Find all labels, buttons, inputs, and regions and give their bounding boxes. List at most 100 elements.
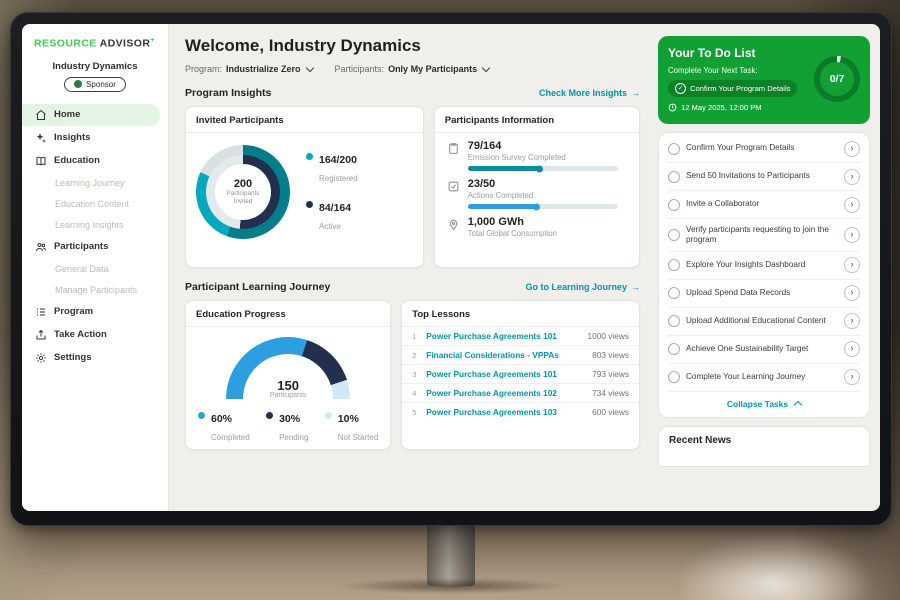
task-checkbox[interactable] xyxy=(668,343,680,355)
insights-icon xyxy=(35,132,47,144)
sidebar-item-label: Participants xyxy=(54,241,108,252)
lesson-link[interactable]: Power Purchase Agreements 101 xyxy=(426,331,581,341)
sidebar-item-general-data[interactable]: General Data xyxy=(22,259,160,279)
sidebar-item-insights[interactable]: Insights xyxy=(22,127,160,149)
link-label: Check More Insights xyxy=(539,88,627,98)
chevron-right-icon[interactable]: › xyxy=(844,285,860,301)
sidebar-item-settings[interactable]: Settings xyxy=(22,347,160,369)
chevron-right-icon[interactable]: › xyxy=(844,341,860,357)
lesson-row: 3 Power Purchase Agreements 101 793 view… xyxy=(402,365,639,384)
sidebar-item-label: Manage Participants xyxy=(55,285,137,295)
lesson-link[interactable]: Power Purchase Agreements 102 xyxy=(426,388,586,398)
donut-center-value: 200 xyxy=(234,178,252,190)
participants-information-card: Participants Information 79/164 Emission… xyxy=(434,106,640,268)
sidebar-item-take-action[interactable]: Take Action xyxy=(22,324,160,346)
dashboard-screen: RESOURCE ADVISOR+ Industry Dynamics Spon… xyxy=(22,24,880,511)
task-label: Confirm Your Program Details xyxy=(686,143,838,153)
task-item-confirm-program[interactable]: Confirm Your Program Details › xyxy=(668,135,860,163)
task-item-complete-learning-journey[interactable]: Complete Your Learning Journey › xyxy=(668,364,860,392)
sidebar-item-education-content[interactable]: Education Content xyxy=(22,194,160,214)
task-item-invite-collaborator[interactable]: Invite a Collaborator › xyxy=(668,191,860,219)
info-label: Total Global Consumption xyxy=(468,229,627,238)
legend-value: 30% xyxy=(279,413,300,425)
lesson-link[interactable]: Power Purchase Agreements 103 xyxy=(426,407,586,417)
chevron-right-icon[interactable]: › xyxy=(844,227,860,243)
sidebar-item-manage-participants[interactable]: Manage Participants xyxy=(22,280,160,300)
task-item-achieve-target[interactable]: Achieve One Sustainability Target › xyxy=(668,336,860,364)
sidebar-item-label: Take Action xyxy=(54,329,107,340)
info-value: 23/50 xyxy=(468,178,627,190)
info-row-actions: 23/50 Actions Completed xyxy=(435,171,639,209)
legend-dot-blue xyxy=(198,412,205,419)
task-item-explore-insights[interactable]: Explore Your Insights Dashboard › xyxy=(668,252,860,280)
education-icon xyxy=(35,155,47,167)
sidebar-item-label: Program xyxy=(54,306,93,317)
chevron-right-icon[interactable]: › xyxy=(844,197,860,213)
lesson-link[interactable]: Financial Considerations - VPPAs xyxy=(426,350,586,360)
sidebar-item-label: Education xyxy=(54,155,100,166)
chevron-right-icon[interactable]: › xyxy=(844,169,860,185)
tasks-list-card: Confirm Your Program Details › Send 50 I… xyxy=(658,132,870,418)
sidebar-item-learning-insights[interactable]: Learning Insights xyxy=(22,215,160,235)
task-item-verify-participants[interactable]: Verify participants requesting to join t… xyxy=(668,219,860,252)
actions-progress-bar xyxy=(468,204,618,209)
task-label: Send 50 Invitations to Participants xyxy=(686,171,838,181)
participants-label: Participants: xyxy=(335,64,385,74)
sponsor-icon xyxy=(74,80,82,88)
task-item-upload-educational-content[interactable]: Upload Additional Educational Content › xyxy=(668,308,860,336)
lesson-views: 803 views xyxy=(592,350,629,360)
recent-news-card: Recent News xyxy=(658,426,870,467)
task-checkbox[interactable] xyxy=(668,259,680,271)
todo-title: Your To Do List xyxy=(668,46,808,60)
sidebar-item-learning-journey[interactable]: Learning Journey xyxy=(22,173,160,193)
info-row-survey: 79/164 Emission Survey Completed xyxy=(435,133,639,171)
task-item-upload-spend-data[interactable]: Upload Spend Data Records › xyxy=(668,280,860,308)
chevron-right-icon[interactable]: › xyxy=(844,257,860,273)
gauge-center-label: Participants xyxy=(226,392,350,399)
legend-label: Not Started xyxy=(338,433,378,442)
sidebar-item-participants[interactable]: Participants xyxy=(22,236,160,258)
logo-primary: RESOURCE xyxy=(34,38,97,50)
task-checkbox[interactable] xyxy=(668,287,680,299)
task-checkbox[interactable] xyxy=(668,171,680,183)
task-item-send-invitations[interactable]: Send 50 Invitations to Participants › xyxy=(668,163,860,191)
program-select[interactable]: Program: Industrialize Zero xyxy=(185,64,313,74)
task-checkbox[interactable] xyxy=(668,315,680,327)
sidebar-nav: Home Insights Education Learning Journey… xyxy=(22,104,168,370)
lesson-rank: 5 xyxy=(412,408,420,417)
home-icon xyxy=(35,109,47,121)
sidebar-item-education[interactable]: Education xyxy=(22,150,160,172)
monitor: RESOURCE ADVISOR+ Industry Dynamics Spon… xyxy=(10,12,892,526)
todo-panel: Your To Do List Complete Your Next Task:… xyxy=(652,24,880,511)
task-label: Verify participants requesting to join t… xyxy=(686,225,838,246)
lesson-link[interactable]: Power Purchase Agreements 101 xyxy=(426,369,586,379)
next-task-chip[interactable]: ✓ Confirm Your Program Details xyxy=(668,80,797,97)
legend-value: 84/164 xyxy=(319,202,351,214)
task-checkbox[interactable] xyxy=(668,229,680,241)
chevron-right-icon[interactable]: › xyxy=(844,369,860,385)
card-title: Top Lessons xyxy=(402,301,639,327)
chevron-down-icon xyxy=(482,64,490,72)
lesson-rank: 4 xyxy=(412,389,420,398)
check-more-insights-link[interactable]: Check More Insights → xyxy=(539,88,640,98)
sidebar-item-label: Learning Journey xyxy=(55,178,125,188)
sidebar-item-program[interactable]: Program xyxy=(22,301,160,323)
participants-select[interactable]: Participants: Only My Participants xyxy=(335,64,490,74)
chevron-right-icon[interactable]: › xyxy=(844,141,860,157)
page-title: Welcome, Industry Dynamics xyxy=(185,36,640,56)
sponsor-badge[interactable]: Sponsor xyxy=(64,77,126,92)
go-to-learning-journey-link[interactable]: Go to Learning Journey → xyxy=(525,282,640,292)
chevron-right-icon[interactable]: › xyxy=(844,313,860,329)
todo-progress-value: 0/7 xyxy=(820,62,854,96)
sidebar-item-home[interactable]: Home xyxy=(22,104,160,126)
task-checkbox[interactable] xyxy=(668,371,680,383)
task-checkbox[interactable] xyxy=(668,199,680,211)
survey-progress-bar xyxy=(468,166,618,171)
top-lessons-card: Top Lessons 1 Power Purchase Agreements … xyxy=(401,300,640,450)
info-value: 79/164 xyxy=(468,140,627,152)
legend-active: 84/164 Active xyxy=(306,198,358,234)
arrow-right-icon: → xyxy=(631,88,640,98)
task-checkbox[interactable] xyxy=(668,143,680,155)
chevron-up-icon xyxy=(794,401,802,409)
collapse-tasks-button[interactable]: Collapse Tasks xyxy=(668,392,860,413)
